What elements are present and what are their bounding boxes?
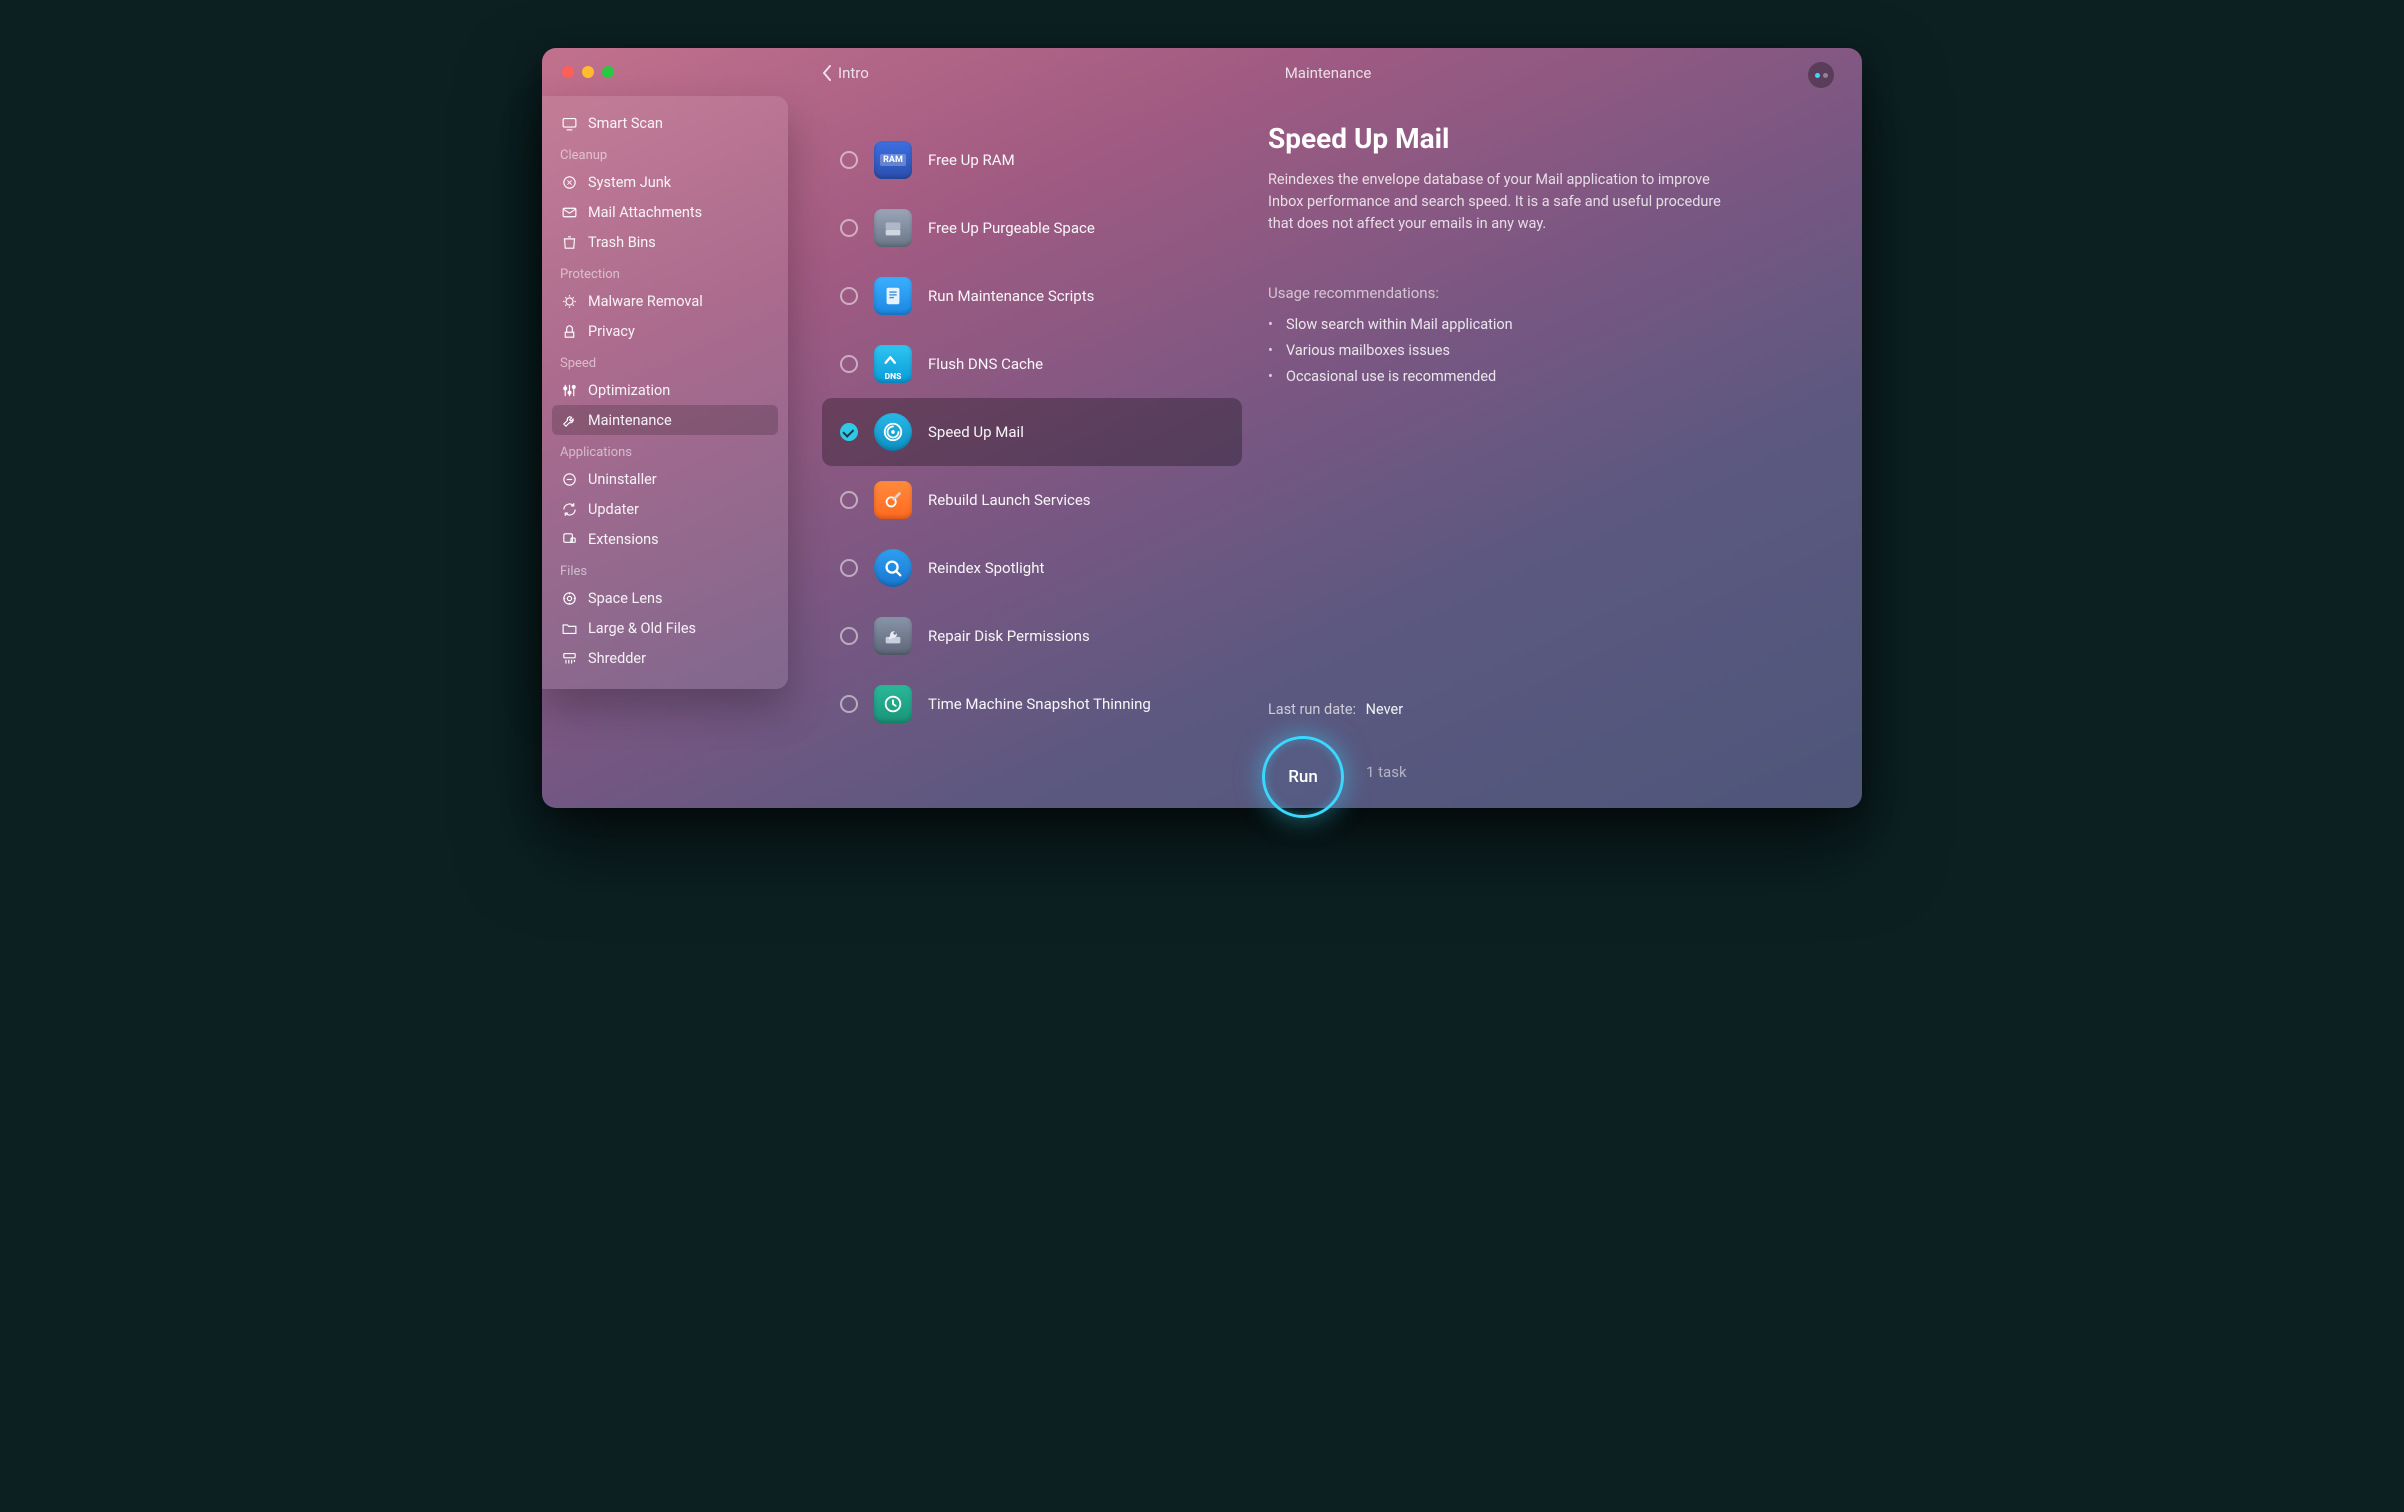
task-checkbox[interactable]: [840, 559, 858, 577]
minimize-window-button[interactable]: [582, 66, 594, 78]
task-list: RAM Free Up RAM Free Up Purgeable Space Run…: [822, 126, 1242, 788]
task-row-speed-up-mail[interactable]: Speed Up Mail: [822, 398, 1242, 466]
usage-list: Slow search within Mail applicationVario…: [1268, 312, 1834, 390]
launch-icon: [874, 481, 912, 519]
task-label: Time Machine Snapshot Thinning: [928, 695, 1151, 713]
scripts-icon: [874, 277, 912, 315]
task-row-repair-disk-permissions[interactable]: Repair Disk Permissions: [822, 602, 1242, 670]
spot-icon: [874, 549, 912, 587]
task-row-run-maintenance-scripts[interactable]: Run Maintenance Scripts: [822, 262, 1242, 330]
disk-icon: [874, 617, 912, 655]
task-checkbox[interactable]: [840, 151, 858, 169]
detail-description: Reindexes the envelope database of your …: [1268, 169, 1748, 234]
task-count: 1 task: [1366, 763, 1407, 781]
task-row-free-up-purgeable-space[interactable]: Free Up Purgeable Space: [822, 194, 1242, 262]
task-checkbox[interactable]: [840, 423, 858, 441]
task-label: Flush DNS Cache: [928, 355, 1043, 373]
dns-icon: DNS: [874, 345, 912, 383]
task-checkbox[interactable]: [840, 355, 858, 373]
task-label: Free Up Purgeable Space: [928, 219, 1095, 237]
usage-item: Occasional use is recommended: [1268, 364, 1834, 390]
task-label: Speed Up Mail: [928, 423, 1024, 441]
task-label: Rebuild Launch Services: [928, 491, 1091, 509]
task-label: Free Up RAM: [928, 151, 1015, 169]
main-content: RAM Free Up RAM Free Up Purgeable Space Run…: [542, 48, 1862, 808]
mail-icon: [874, 413, 912, 451]
task-label: Reindex Spotlight: [928, 559, 1044, 577]
fullscreen-window-button[interactable]: [602, 66, 614, 78]
task-checkbox[interactable]: [840, 287, 858, 305]
last-run: Last run date: Never: [1268, 661, 1834, 736]
detail-panel: Speed Up Mail Reindexes the envelope dat…: [1242, 122, 1834, 788]
close-window-button[interactable]: [562, 66, 574, 78]
run-button[interactable]: Run: [1262, 736, 1344, 818]
task-row-rebuild-launch-services[interactable]: Rebuild Launch Services: [822, 466, 1242, 534]
last-run-label: Last run date:: [1268, 701, 1356, 718]
window-controls: [562, 66, 614, 78]
purge-icon: [874, 209, 912, 247]
last-run-value: Never: [1366, 701, 1403, 718]
ram-icon: RAM: [874, 141, 912, 179]
run-row: Run 1 task: [1268, 736, 1834, 788]
task-label: Run Maintenance Scripts: [928, 287, 1094, 305]
task-row-reindex-spotlight[interactable]: Reindex Spotlight: [822, 534, 1242, 602]
task-label: Repair Disk Permissions: [928, 627, 1090, 645]
detail-title: Speed Up Mail: [1268, 122, 1834, 155]
task-checkbox[interactable]: [840, 627, 858, 645]
task-checkbox[interactable]: [840, 695, 858, 713]
task-checkbox[interactable]: [840, 491, 858, 509]
tm-icon: [874, 685, 912, 723]
task-row-time-machine-snapshot-thinning[interactable]: Time Machine Snapshot Thinning: [822, 670, 1242, 738]
app-window: Smart ScanCleanupSystem JunkMail Attachm…: [542, 48, 1862, 808]
usage-item: Slow search within Mail application: [1268, 312, 1834, 338]
task-row-free-up-ram[interactable]: RAM Free Up RAM: [822, 126, 1242, 194]
task-checkbox[interactable]: [840, 219, 858, 237]
task-row-flush-dns-cache[interactable]: DNS Flush DNS Cache: [822, 330, 1242, 398]
usage-item: Various mailboxes issues: [1268, 338, 1834, 364]
usage-heading: Usage recommendations:: [1268, 284, 1834, 302]
